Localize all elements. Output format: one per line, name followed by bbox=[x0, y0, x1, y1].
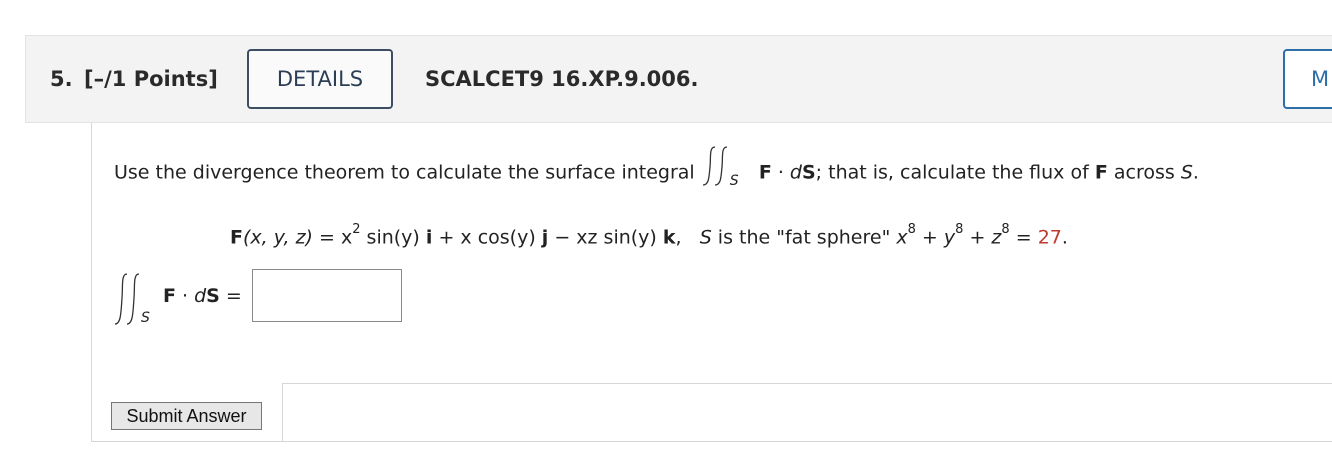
answer-label: F · dS = bbox=[163, 285, 242, 307]
eq-plus1: + bbox=[915, 226, 944, 249]
differential-d: d bbox=[789, 161, 802, 184]
double-integral-icon: S bbox=[701, 146, 753, 193]
prompt-middle-text: ; that is, calculate the flux of bbox=[815, 161, 1095, 184]
answer-double-integral-icon: S bbox=[113, 270, 165, 334]
prompt-period: . bbox=[1192, 161, 1199, 184]
surface-element: S bbox=[801, 161, 816, 184]
eq-exp8b: 8 bbox=[955, 222, 964, 237]
vector-field-symbol: F bbox=[758, 161, 772, 184]
details-button-label: DETAILS bbox=[276, 67, 364, 91]
submit-answer-label: Submit Answer bbox=[126, 405, 247, 426]
eq-exp8a: 8 bbox=[907, 222, 916, 237]
eq-x: x bbox=[896, 226, 908, 249]
eq-F: F bbox=[230, 226, 243, 249]
eq-exp2: 2 bbox=[352, 222, 361, 237]
eq-period: . bbox=[1061, 226, 1068, 249]
my-notes-button-label: M bbox=[1311, 67, 1330, 91]
eq-equals: = bbox=[1009, 226, 1038, 249]
eq-value: 27 bbox=[1037, 226, 1062, 249]
question-header: 5. [–/1 Points] DETAILS SCALCET9 16.XP.9… bbox=[25, 35, 1332, 123]
eq-part3: + x cos(y) bbox=[432, 226, 536, 249]
prompt-end-text: across bbox=[1107, 161, 1181, 184]
vector-field-symbol-2: F bbox=[1094, 161, 1108, 184]
eq-comma: , bbox=[675, 226, 682, 249]
submit-answer-button[interactable]: Submit Answer bbox=[111, 402, 262, 430]
answer-equals: = bbox=[219, 285, 242, 307]
eq-part2: sin(y) bbox=[360, 226, 420, 249]
vector-field-equation: F(x, y, z) = x2 sin(y) i + x cos(y) j − … bbox=[230, 222, 1068, 249]
question-code: SCALCET9 16.XP.9.006. bbox=[425, 67, 699, 91]
eq-y: y bbox=[943, 226, 956, 249]
answer-integral-subscript: S bbox=[141, 310, 150, 326]
details-button[interactable]: DETAILS bbox=[247, 49, 393, 109]
eq-args: (x, y, z) bbox=[242, 226, 313, 249]
surface-symbol: S bbox=[1180, 161, 1193, 184]
my-notes-button[interactable]: M bbox=[1283, 49, 1332, 109]
question-number: 5. bbox=[50, 67, 73, 91]
footer-divider bbox=[282, 383, 1332, 384]
answer-dot: · bbox=[175, 285, 195, 307]
eq-z: z bbox=[991, 226, 1002, 249]
footer-divider-vertical bbox=[282, 383, 283, 442]
question-prompt: Use the divergence theorem to calculate … bbox=[114, 146, 1199, 193]
eq-sphere-text: is the "fat sphere" bbox=[711, 226, 897, 249]
eq-part1: = x bbox=[312, 226, 353, 249]
eq-surface: S bbox=[699, 226, 712, 249]
answer-S: S bbox=[206, 285, 220, 307]
eq-k: k bbox=[662, 226, 676, 249]
dot-operator: · bbox=[771, 161, 790, 184]
integral-subscript: S bbox=[729, 173, 739, 189]
prompt-intro-text: Use the divergence theorem to calculate … bbox=[114, 161, 695, 184]
answer-input[interactable] bbox=[252, 269, 402, 322]
answer-d: d bbox=[194, 285, 207, 307]
answer-F: F bbox=[163, 285, 176, 307]
eq-plus2: + bbox=[963, 226, 992, 249]
question-points: [–/1 Points] bbox=[84, 67, 218, 91]
eq-part4: − xz sin(y) bbox=[548, 226, 657, 249]
eq-exp8c: 8 bbox=[1001, 222, 1010, 237]
